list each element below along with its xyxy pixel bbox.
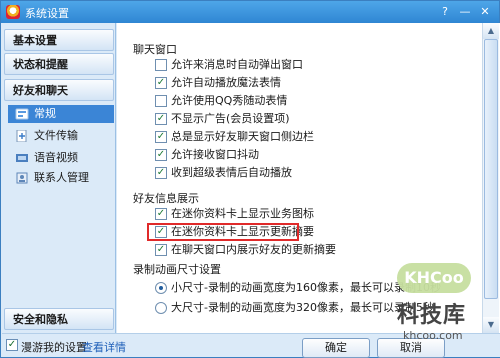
checkbox[interactable]: ✓ — [155, 244, 167, 256]
close-button[interactable]: ✕ — [477, 4, 493, 20]
section-title-friend-info: 好友信息展示 — [133, 192, 199, 205]
sidebar-item-file-transfer[interactable]: 文件传输 — [8, 127, 114, 145]
help-button[interactable]: ? — [437, 4, 453, 20]
details-link[interactable]: 查看详情 — [82, 339, 126, 355]
checkbox[interactable]: ✓ — [155, 113, 167, 125]
contacts-icon — [16, 172, 28, 184]
section-title-recording-size: 录制动画尺寸设置 — [133, 263, 221, 276]
sidebar-group-security[interactable]: 安全和隐私 — [4, 308, 114, 330]
sidebar-item-contacts[interactable]: 联系人管理 — [8, 169, 114, 187]
roam-settings-checkbox[interactable]: ✓ — [6, 339, 18, 351]
sidebar-item-label: 语音视频 — [34, 151, 78, 164]
sidebar-item-voice-video[interactable]: 语音视频 — [8, 149, 114, 167]
vertical-scrollbar[interactable]: ▲ ▼ — [482, 23, 499, 333]
scroll-thumb[interactable] — [484, 39, 498, 299]
radio-button[interactable] — [155, 302, 167, 314]
file-transfer-icon — [16, 130, 27, 142]
qq-penguin-icon — [6, 5, 20, 19]
ok-button[interactable]: 确定 — [302, 338, 370, 358]
scroll-up-arrow-icon[interactable]: ▲ — [483, 23, 499, 39]
settings-window: 系统设置 ? — ✕ 基本设置 状态和提醒 好友和聊天 常规 文件传输 语音视频… — [0, 0, 500, 358]
minimize-button[interactable]: — — [457, 4, 473, 20]
title-bar[interactable]: 系统设置 ? — ✕ — [1, 1, 499, 23]
sidebar-group-status[interactable]: 状态和提醒 — [4, 53, 114, 75]
sidebar-item-general[interactable]: 常规 — [8, 105, 114, 123]
roam-settings-label: 漫游我的设置 — [21, 341, 87, 354]
radio-button[interactable] — [155, 282, 167, 294]
section-title-chat-window: 聊天窗口 — [133, 43, 177, 56]
watermark-text: 科技库 — [397, 303, 467, 328]
window-title: 系统设置 — [25, 7, 69, 20]
video-icon — [16, 154, 28, 162]
settings-sidebar: 基本设置 状态和提醒 好友和聊天 常规 文件传输 语音视频 联系人管理 安全和隐… — [2, 23, 116, 357]
watermark-logo: KHCoo — [397, 263, 471, 293]
checkbox[interactable]: ✓ — [155, 167, 167, 179]
checkbox[interactable] — [155, 95, 167, 107]
checkbox[interactable] — [155, 59, 167, 71]
sidebar-group-basic[interactable]: 基本设置 — [4, 29, 114, 51]
sidebar-item-label: 文件传输 — [34, 129, 78, 142]
sidebar-item-label: 常规 — [34, 107, 56, 120]
sidebar-item-label: 联系人管理 — [34, 171, 89, 184]
gear-icon — [15, 108, 29, 120]
highlight-annotation — [147, 223, 299, 241]
scroll-down-arrow-icon[interactable]: ▼ — [483, 317, 499, 333]
checkbox[interactable]: ✓ — [155, 77, 167, 89]
sidebar-group-friends-chat[interactable]: 好友和聊天 — [4, 79, 114, 101]
checkbox[interactable]: ✓ — [155, 149, 167, 161]
checkbox[interactable]: ✓ — [155, 131, 167, 143]
checkbox[interactable]: ✓ — [155, 208, 167, 220]
watermark-url: khcoo.com — [403, 329, 463, 342]
